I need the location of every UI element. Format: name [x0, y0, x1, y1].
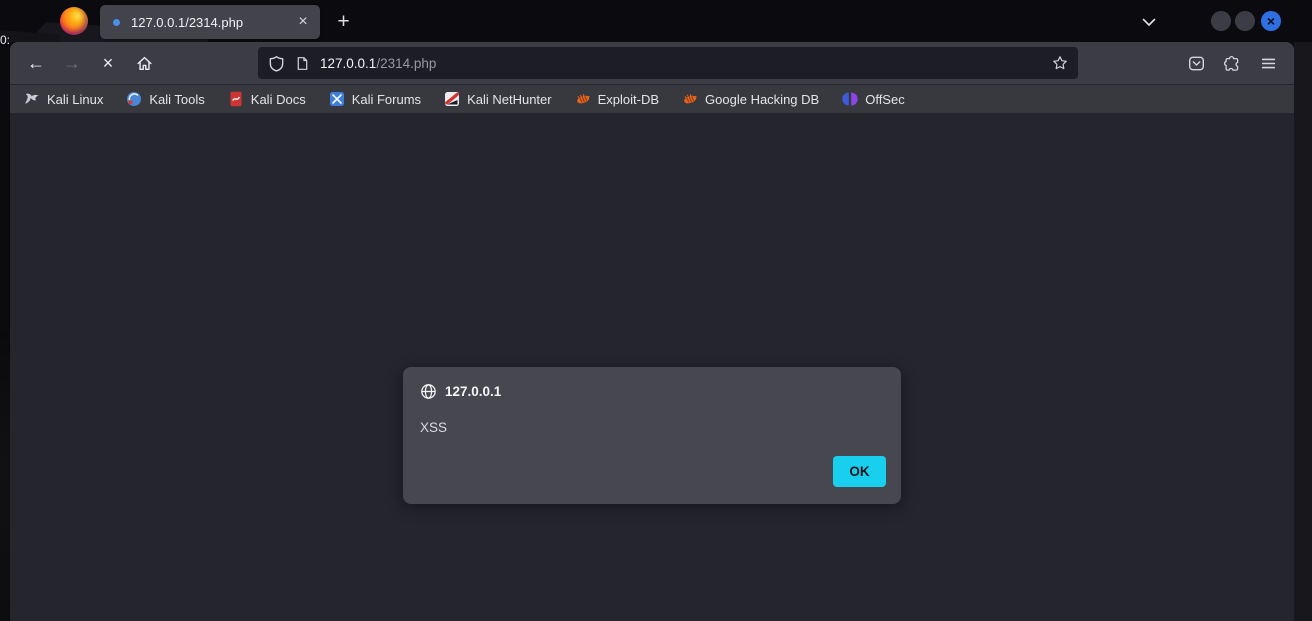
url-host: 127.0.0.1	[320, 55, 377, 71]
kali-docs-icon	[228, 91, 244, 107]
bookmark-kali-docs[interactable]: Kali Docs	[228, 91, 306, 107]
navigation-toolbar: ← → × 127.0.0.1/2314.php	[10, 42, 1294, 84]
close-window-icon: ×	[1266, 13, 1276, 29]
kali-nethunter-icon	[444, 91, 460, 107]
home-icon	[136, 56, 152, 70]
url-bar[interactable]: 127.0.0.1/2314.php	[258, 47, 1078, 79]
save-to-pocket-icon	[1188, 56, 1204, 70]
kali-desktop: { "desktop": { "clock_fragment": "0:" },…	[0, 0, 1312, 621]
extensions-button[interactable]	[1216, 47, 1248, 79]
app-menu-button[interactable]	[1252, 47, 1284, 79]
tab-close-icon[interactable]: ×	[292, 11, 314, 33]
alert-message: XSS	[420, 420, 448, 435]
bookmark-label: Kali Forums	[351, 91, 422, 107]
kali-forums-icon	[329, 91, 345, 107]
kali-dragon-icon	[24, 91, 40, 107]
extensions-puzzle-icon	[1223, 55, 1238, 71]
bookmark-offsec[interactable]: OffSec	[842, 91, 905, 107]
alert-dialog: 127.0.0.1 XSS OK	[403, 367, 901, 504]
bookmark-star-icon[interactable]	[1052, 55, 1068, 71]
wallpaper-shape	[0, 330, 10, 621]
firefox-logo-icon	[60, 7, 88, 35]
bookmark-google-hacking-db[interactable]: Google Hacking DB	[682, 91, 819, 107]
close-window-button[interactable]: ×	[1261, 11, 1281, 31]
browser-tab[interactable]: 127.0.0.1/2314.php ×	[100, 5, 320, 39]
bookmark-label: Kali NetHunter	[467, 91, 552, 107]
bug-icon	[682, 91, 698, 107]
alert-origin: 127.0.0.1	[445, 384, 502, 399]
new-tab-button[interactable]: +	[330, 8, 357, 35]
globe-icon	[421, 384, 436, 399]
bookmarks-bar: Kali Linux Kali Tools Kali Docs Kali For…	[10, 84, 1294, 113]
menu-hamburger-icon	[1261, 58, 1275, 68]
alert-dialog-header: 127.0.0.1	[420, 383, 884, 400]
bookmark-label: Google Hacking DB	[705, 91, 820, 107]
bug-icon	[575, 91, 591, 107]
browser-window: ← → × 127.0.0.1/2314.php Kali Linux Kali…	[10, 42, 1294, 621]
back-icon: ←	[27, 52, 45, 73]
page-info-icon[interactable]	[295, 56, 310, 71]
bookmark-label: Kali Linux	[47, 91, 104, 107]
bookmark-kali-forums[interactable]: Kali Forums	[329, 91, 421, 107]
tracking-shield-icon[interactable]	[268, 55, 285, 72]
bookmark-label: Kali Tools	[149, 91, 205, 107]
desktop-edge	[1294, 42, 1312, 621]
stop-icon: ×	[102, 52, 114, 73]
forward-button[interactable]: →	[56, 47, 88, 79]
alert-ok-button[interactable]: OK	[833, 456, 886, 487]
list-all-tabs-button[interactable]	[1137, 10, 1161, 34]
chevron-down-icon	[1142, 18, 1156, 26]
forward-icon: →	[63, 52, 81, 73]
bookmark-label: OffSec	[865, 91, 905, 107]
back-button[interactable]: ←	[20, 47, 52, 79]
kali-tools-icon	[126, 91, 142, 107]
tab-favicon-dot-icon	[113, 18, 120, 26]
page-content: 127.0.0.1 XSS OK	[10, 113, 1294, 621]
bookmark-kali-nethunter[interactable]: Kali NetHunter	[444, 91, 552, 107]
offsec-icon	[842, 91, 858, 107]
bookmark-exploit-db[interactable]: Exploit-DB	[575, 91, 659, 107]
bookmark-kali-linux[interactable]: Kali Linux	[24, 91, 103, 107]
home-button[interactable]	[128, 47, 160, 79]
minimize-button[interactable]	[1211, 11, 1231, 31]
bookmark-label: Kali Docs	[250, 91, 306, 107]
tab-title: 127.0.0.1/2314.php	[131, 14, 244, 30]
titlebar: 127.0.0.1/2314.php × + ×	[0, 0, 1312, 42]
toolbar-right-icons	[1180, 47, 1284, 79]
stop-button[interactable]: ×	[92, 47, 124, 79]
save-to-pocket-button[interactable]	[1180, 47, 1212, 79]
bookmark-kali-tools[interactable]: Kali Tools	[126, 91, 205, 107]
bookmark-label: Exploit-DB	[597, 91, 660, 107]
url-path: /2314.php	[376, 55, 437, 71]
maximize-button[interactable]	[1235, 11, 1255, 31]
